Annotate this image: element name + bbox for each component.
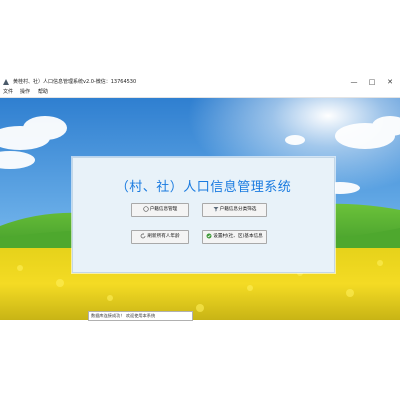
button-label: 户籍信息分类筛选 bbox=[219, 207, 257, 212]
button-label: 刷新所有人年龄 bbox=[147, 234, 180, 239]
button-label: 设置村(社、区)基本信息 bbox=[213, 234, 263, 239]
button-label: 户籍信息管理 bbox=[149, 207, 178, 212]
filter-icon bbox=[213, 206, 219, 211]
system-title: （村、社）人口信息管理系统 bbox=[115, 180, 292, 195]
radio-icon bbox=[143, 205, 149, 212]
refresh-age-button[interactable]: 刷新所有人年龄 bbox=[131, 230, 189, 244]
window-title: 黄桂村、社）人口信息管理系统v2.0-微信：13764530 bbox=[13, 79, 137, 85]
menu-bar: 文件 操作 帮助 bbox=[0, 88, 400, 98]
menu-file[interactable]: 文件 bbox=[3, 88, 13, 97]
menu-help[interactable]: 帮助 bbox=[38, 88, 48, 97]
title-bar: 黄桂村、社）人口信息管理系统v2.0-微信：13764530 — □ ✕ bbox=[0, 76, 400, 88]
status-bar: 数据库连接成功！ 欢迎使用本系统 bbox=[88, 311, 193, 321]
maximize-button[interactable]: □ bbox=[363, 76, 381, 88]
main-panel: （村、社）人口信息管理系统 户籍信息管理 户籍信息分类筛选 刷新所有人年龄 设置… bbox=[72, 157, 335, 273]
settings-icon bbox=[206, 233, 212, 238]
village-settings-button[interactable]: 设置村(社、区)基本信息 bbox=[202, 230, 267, 244]
refresh-icon bbox=[141, 232, 146, 238]
app-icon bbox=[3, 79, 9, 85]
minimize-button[interactable]: — bbox=[345, 76, 363, 88]
menu-operate[interactable]: 操作 bbox=[20, 88, 30, 97]
household-filter-button[interactable]: 户籍信息分类筛选 bbox=[202, 203, 267, 217]
household-management-button[interactable]: 户籍信息管理 bbox=[131, 203, 189, 217]
close-button[interactable]: ✕ bbox=[381, 76, 399, 88]
